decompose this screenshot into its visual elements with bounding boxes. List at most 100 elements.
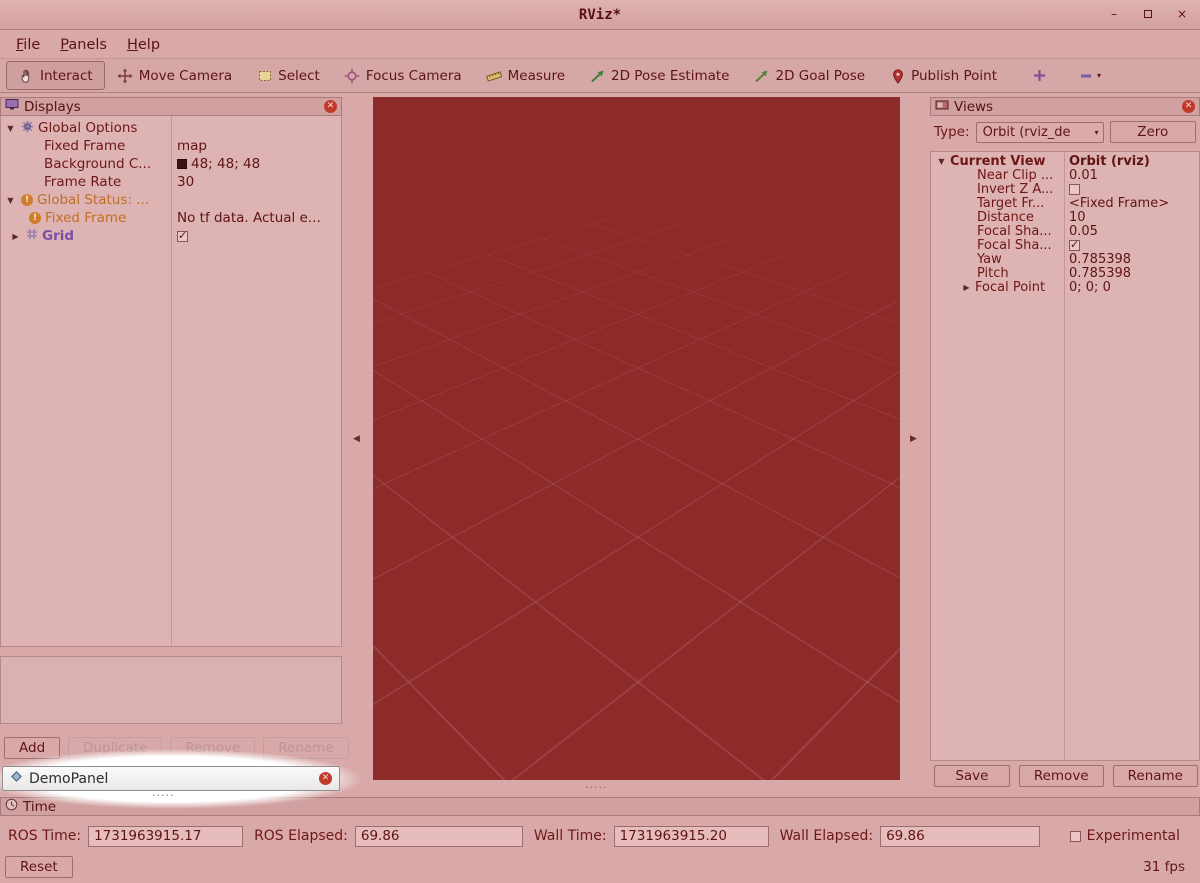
point-pin-icon bbox=[889, 67, 906, 84]
property-value: No tf data. Actual e... bbox=[177, 210, 321, 226]
view-row-distance[interactable]: Distance 10 bbox=[931, 210, 1199, 224]
menu-help[interactable]: Help bbox=[117, 33, 170, 57]
tool-select[interactable]: Select bbox=[244, 61, 332, 90]
view-row-focal-shape-fixed[interactable]: Focal Sha... ✓ bbox=[931, 238, 1199, 252]
property-name: Near Clip ... bbox=[977, 168, 1053, 183]
menu-bar: File Panels Help bbox=[0, 31, 1200, 58]
add-tool-button[interactable] bbox=[1023, 63, 1056, 88]
ros-elapsed-label: ROS Elapsed: bbox=[254, 828, 348, 844]
displays-panel-title: Displays bbox=[24, 99, 81, 115]
expander-open-icon[interactable]: ▼ bbox=[4, 196, 17, 205]
demo-panel-title: DemoPanel bbox=[29, 771, 108, 787]
zero-button[interactable]: Zero bbox=[1110, 121, 1196, 143]
color-swatch bbox=[177, 159, 187, 169]
expander-open-icon[interactable]: ▼ bbox=[4, 124, 17, 133]
displays-icon bbox=[5, 98, 19, 115]
splitter-collapse-right-icon[interactable]: ▶ bbox=[910, 434, 917, 444]
ros-time-input[interactable] bbox=[88, 826, 243, 847]
tool-publish-point[interactable]: Publish Point bbox=[877, 61, 1009, 90]
warning-icon: ! bbox=[21, 194, 33, 206]
tool-2d-pose-estimate[interactable]: 2D Pose Estimate bbox=[577, 61, 741, 90]
view-row-yaw[interactable]: Yaw 0.785398 bbox=[931, 252, 1199, 266]
view-row-near-clip[interactable]: Near Clip ... 0.01 bbox=[931, 168, 1199, 182]
view-row-pitch[interactable]: Pitch 0.785398 bbox=[931, 266, 1199, 280]
view-type-dropdown[interactable]: Orbit (rviz_de ▾ bbox=[976, 122, 1104, 143]
expander-closed-icon[interactable]: ▶ bbox=[9, 232, 22, 241]
property-value[interactable]: 0.785398 bbox=[1069, 252, 1131, 267]
column-divider[interactable] bbox=[171, 116, 172, 646]
expander-closed-icon[interactable]: ▶ bbox=[960, 283, 973, 292]
invert-z-checkbox[interactable] bbox=[1069, 184, 1080, 195]
expander-open-icon[interactable]: ▼ bbox=[935, 157, 948, 166]
tool-2d-goal-pose[interactable]: 2D Goal Pose bbox=[742, 61, 878, 90]
property-name: Invert Z A... bbox=[977, 182, 1053, 197]
view-row-target-frame[interactable]: Target Fr... <Fixed Frame> bbox=[931, 196, 1199, 210]
check-icon: ✓ bbox=[178, 231, 187, 242]
view-row-focal-shape-size[interactable]: Focal Sha... 0.05 bbox=[931, 224, 1199, 238]
column-divider[interactable] bbox=[1064, 152, 1065, 760]
views-panel-header[interactable]: Views ✕ bbox=[930, 97, 1200, 116]
pose-arrow-icon bbox=[589, 67, 606, 84]
property-value[interactable]: 48; 48; 48 bbox=[191, 156, 260, 172]
grid-enabled-checkbox[interactable]: ✓ bbox=[177, 231, 188, 242]
property-value[interactable]: 0; 0; 0 bbox=[1069, 280, 1111, 295]
minus-icon bbox=[1078, 67, 1095, 84]
views-icon bbox=[935, 99, 949, 115]
save-button[interactable]: Save bbox=[934, 765, 1010, 787]
splitter-collapse-left-icon[interactable]: ◀ bbox=[353, 434, 360, 444]
rename-view-button[interactable]: Rename bbox=[1113, 765, 1198, 787]
displays-panel-header[interactable]: Displays ✕ bbox=[0, 97, 342, 116]
time-panel: Time ROS Time: ROS Elapsed: Wall Time: W… bbox=[0, 797, 1200, 883]
window-title: RViz* bbox=[0, 7, 1200, 23]
view-row-focal-point[interactable]: ▶ Focal Point 0; 0; 0 bbox=[931, 280, 1199, 294]
minimize-icon[interactable]: – bbox=[1106, 6, 1122, 22]
check-icon: ✓ bbox=[1070, 240, 1079, 251]
render-viewport[interactable] bbox=[373, 97, 900, 780]
goal-arrow-icon bbox=[754, 67, 771, 84]
menu-panels[interactable]: Panels bbox=[50, 33, 117, 57]
property-value[interactable]: 10 bbox=[1069, 210, 1086, 225]
wall-elapsed-input[interactable] bbox=[880, 826, 1040, 847]
view-row-current-view[interactable]: ▼ Current View Orbit (rviz) bbox=[931, 154, 1199, 168]
demo-panel-close-icon[interactable]: ✕ bbox=[319, 772, 332, 785]
view-row-invert-z[interactable]: Invert Z A... bbox=[931, 182, 1199, 196]
property-name: Yaw bbox=[977, 252, 1002, 267]
property-value[interactable]: 0.01 bbox=[1069, 168, 1098, 183]
property-value[interactable]: 0.785398 bbox=[1069, 266, 1131, 281]
tool-interact[interactable]: Interact bbox=[6, 61, 105, 90]
property-value[interactable]: <Fixed Frame> bbox=[1069, 196, 1169, 211]
hand-icon bbox=[18, 67, 35, 84]
reset-button[interactable]: Reset bbox=[5, 856, 73, 878]
plus-icon bbox=[1031, 67, 1048, 84]
views-close-icon[interactable]: ✕ bbox=[1182, 100, 1195, 113]
property-value[interactable]: 30 bbox=[177, 174, 194, 190]
displays-help-area bbox=[0, 656, 342, 724]
focal-shape-checkbox[interactable]: ✓ bbox=[1069, 240, 1080, 251]
property-name: Focal Sha... bbox=[977, 224, 1052, 239]
window-close-icon[interactable]: × bbox=[1174, 6, 1190, 22]
property-value[interactable]: 0.05 bbox=[1069, 224, 1098, 239]
title-bar: RViz* – × bbox=[0, 0, 1200, 30]
experimental-checkbox[interactable] bbox=[1070, 831, 1081, 842]
wall-time-input[interactable] bbox=[614, 826, 769, 847]
ros-elapsed-input[interactable] bbox=[355, 826, 523, 847]
experimental-label: Experimental bbox=[1087, 828, 1180, 844]
tool-label: 2D Pose Estimate bbox=[611, 68, 729, 84]
displays-close-icon[interactable]: ✕ bbox=[324, 100, 337, 113]
remove-view-button[interactable]: Remove bbox=[1019, 765, 1104, 787]
menu-file[interactable]: File bbox=[6, 33, 50, 57]
splitter-handle-dots[interactable]: ····· bbox=[585, 781, 607, 794]
tool-measure[interactable]: Measure bbox=[474, 61, 577, 90]
remove-tool-button[interactable]: ▾ bbox=[1070, 63, 1109, 88]
splitter-handle-dots[interactable]: ····· bbox=[152, 789, 174, 802]
tool-focus-camera[interactable]: Focus Camera bbox=[332, 61, 474, 90]
demo-panel-titlebar[interactable]: DemoPanel ✕ bbox=[2, 766, 340, 791]
time-fields: ROS Time: ROS Elapsed: Wall Time: Wall E… bbox=[0, 824, 1200, 848]
grid-icon bbox=[26, 228, 38, 244]
displays-panel: Displays ✕ ▼ Global Options Fixed Frame … bbox=[0, 97, 342, 791]
maximize-icon[interactable] bbox=[1140, 6, 1156, 22]
experimental-toggle[interactable]: Experimental bbox=[1070, 828, 1180, 844]
property-name: Current View bbox=[950, 154, 1046, 169]
property-value[interactable]: map bbox=[177, 138, 207, 154]
tool-move-camera[interactable]: Move Camera bbox=[105, 61, 244, 90]
